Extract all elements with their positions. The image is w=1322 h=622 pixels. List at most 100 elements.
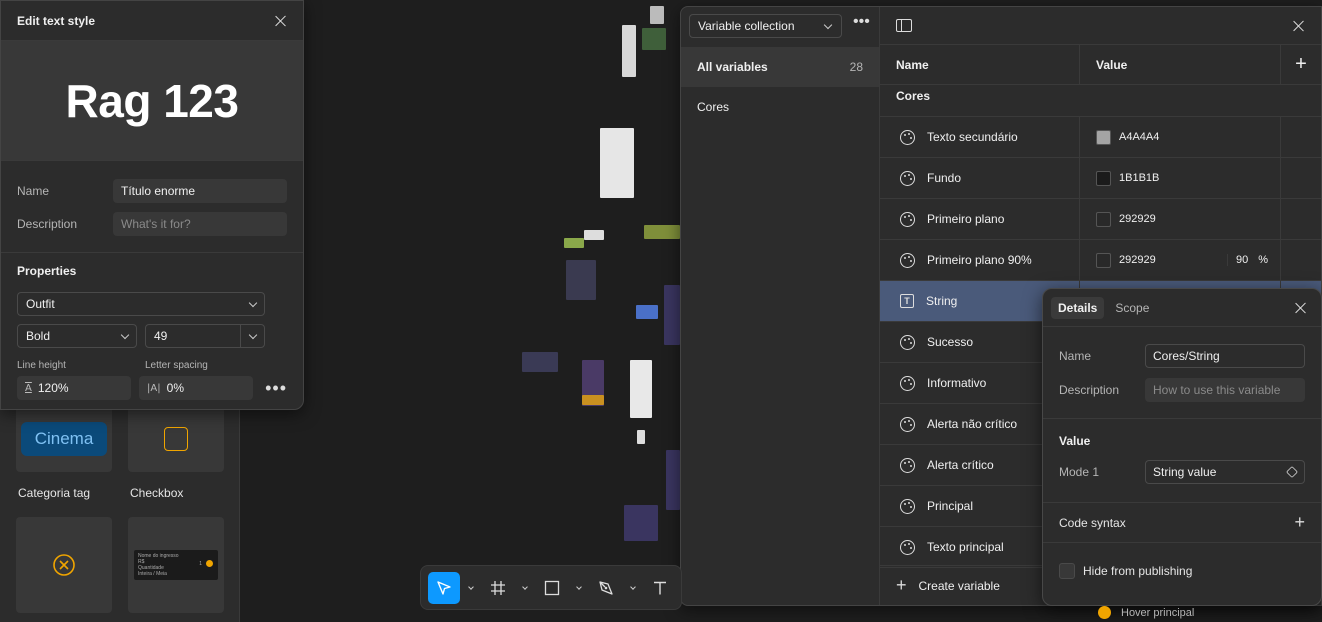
variable-row[interactable]: Primeiro plano 90% 292929 90% (880, 240, 1321, 281)
pen-tool[interactable] (590, 572, 622, 604)
add-mode-icon[interactable]: + (1281, 53, 1321, 76)
sidebar-toggle-icon[interactable] (896, 19, 912, 32)
variable-value-cell[interactable]: A4A4A4 (1080, 117, 1281, 157)
rectangle-tool[interactable] (536, 572, 568, 604)
variable-name-input[interactable]: Cores/String (1145, 344, 1305, 368)
color-type-icon (900, 457, 915, 473)
pen-tool-menu[interactable] (628, 572, 638, 604)
artboard[interactable] (650, 6, 664, 24)
close-icon[interactable] (1291, 18, 1307, 34)
artboard[interactable] (582, 395, 604, 405)
more-options-icon[interactable]: ••• (853, 14, 870, 30)
variable-name-cell[interactable]: Primeiro plano 90% (880, 240, 1080, 280)
line-height-input[interactable]: A 120% (17, 376, 132, 400)
asset-close-icon-tile[interactable] (16, 517, 112, 613)
artboard[interactable] (642, 28, 666, 50)
color-swatch[interactable] (1096, 252, 1111, 268)
asset-ingresso[interactable]: Nome do ingresso R$ Quantidade Inteira /… (128, 517, 224, 613)
description-label: Description (1059, 383, 1120, 397)
font-size-select[interactable]: 49 (145, 324, 265, 348)
canvas[interactable] (304, 0, 680, 622)
artboard[interactable] (666, 450, 680, 510)
variable-name-cell[interactable]: Fundo (880, 158, 1080, 198)
variable-value: A4A4A4 (1119, 131, 1160, 143)
variable-description-input[interactable]: How to use this variable (1145, 378, 1305, 402)
variable-row[interactable]: Fundo 1B1B1B (880, 158, 1321, 199)
variable-row[interactable]: Primeiro plano 292929 (880, 199, 1321, 240)
asset-checkbox[interactable] (128, 406, 224, 472)
group-all-variables[interactable]: All variables 28 (681, 47, 879, 87)
style-name-input[interactable]: Título enorme (113, 179, 287, 203)
variable-name: Alerta não crítico (927, 417, 1018, 431)
variable-description-row: Description How to use this variable (1043, 378, 1321, 402)
properties-title: Properties (17, 264, 77, 278)
frame-tool-menu[interactable] (520, 572, 530, 604)
artboard[interactable] (600, 128, 634, 198)
hide-publishing-row: Hide from publishing (1043, 543, 1321, 599)
variable-value-cell[interactable]: 292929 90% (1080, 240, 1281, 280)
group-count: 28 (849, 60, 863, 74)
collection-select[interactable]: Variable collection (689, 14, 842, 38)
variable-name: Primeiro plano 90% (927, 253, 1032, 267)
color-type-icon (900, 211, 915, 227)
letter-spacing-value: 0% (166, 381, 184, 395)
move-tool[interactable] (428, 571, 460, 604)
artboard[interactable] (566, 260, 596, 300)
variable-details-popover: Details Scope Name Cores/String Descript… (1042, 288, 1322, 606)
variable-value-cell[interactable]: 1B1B1B (1080, 158, 1281, 198)
variable-value: 1B1B1B (1119, 172, 1160, 184)
tab-scope[interactable]: Scope (1108, 297, 1156, 319)
line-height-value: 120% (37, 381, 69, 395)
description-input[interactable]: What's it for? (113, 212, 287, 236)
group-cores[interactable]: Cores (681, 87, 879, 127)
tab-details[interactable]: Details (1051, 296, 1105, 319)
move-tool-menu[interactable] (466, 572, 476, 604)
variable-icon[interactable] (1285, 465, 1299, 479)
artboard[interactable] (564, 238, 584, 248)
artboard[interactable] (584, 230, 604, 240)
artboard[interactable] (622, 25, 636, 77)
metric-labels-row: Line height Letter spacing (1, 360, 303, 371)
cinema-tag-preview: Cinema (21, 422, 107, 456)
variable-value-cell[interactable]: 292929 (1080, 199, 1281, 239)
variable-name-cell[interactable]: Texto secundário (880, 117, 1080, 157)
color-swatch[interactable] (1096, 129, 1111, 145)
artboard[interactable] (630, 360, 652, 418)
divider (1, 252, 303, 253)
variable-row[interactable]: Texto secundário A4A4A4 (880, 117, 1321, 158)
frame-tool[interactable] (482, 572, 514, 604)
color-swatch[interactable] (1096, 211, 1111, 227)
artboard[interactable] (522, 352, 558, 372)
font-weight-select[interactable]: Bold (17, 324, 137, 348)
color-type-icon (900, 129, 915, 145)
variable-name-cell[interactable]: Primeiro plano (880, 199, 1080, 239)
letter-spacing-input[interactable]: |A| 0% (139, 376, 254, 400)
frame-icon (491, 580, 505, 595)
shape-tool-menu[interactable] (574, 572, 584, 604)
close-icon[interactable] (1293, 300, 1309, 316)
opacity-sign: % (1258, 254, 1268, 266)
artboard[interactable] (664, 285, 680, 345)
text-tool[interactable] (644, 572, 676, 604)
color-type-icon (900, 375, 915, 391)
more-options-icon[interactable]: ••• (265, 379, 287, 397)
close-icon[interactable] (273, 13, 289, 29)
mode-value: String value (1153, 465, 1217, 479)
font-family-select[interactable]: Outfit (17, 292, 265, 316)
artboard[interactable] (644, 225, 680, 239)
artboard[interactable] (624, 505, 658, 541)
hide-from-publishing-checkbox[interactable] (1059, 563, 1075, 579)
artboard[interactable] (636, 305, 658, 319)
color-type-icon (900, 498, 915, 514)
mode-value-input[interactable]: String value (1145, 460, 1305, 484)
color-type-icon (900, 416, 915, 432)
add-code-syntax-icon[interactable]: + (1294, 512, 1305, 533)
font-size-dropdown[interactable] (240, 325, 264, 347)
color-type-icon (900, 252, 915, 268)
opacity-field[interactable]: 90% (1226, 240, 1280, 280)
artboard[interactable] (637, 430, 645, 444)
opacity-value: 90 (1226, 254, 1258, 266)
variable-value: 292929 (1119, 254, 1156, 266)
color-swatch[interactable] (1096, 170, 1111, 186)
asset-categoria-tag[interactable]: Cinema (16, 406, 112, 472)
